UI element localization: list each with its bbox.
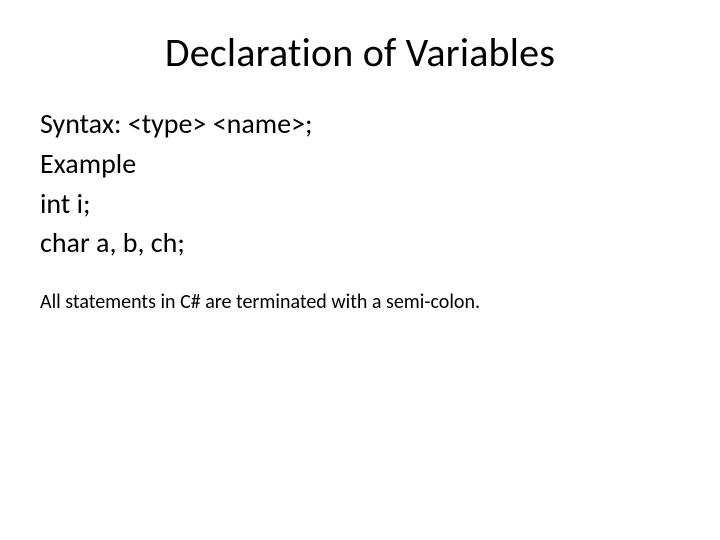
syntax-line: Syntax: <type> <name>; [40,105,680,143]
example-label: Example [40,145,680,183]
example-line-2: char a, b, ch; [40,224,680,262]
slide-title: Declaration of Variables [40,28,680,77]
example-line-1: int i; [40,185,680,223]
footer-note: All statements in C# are terminated with… [40,290,680,314]
slide-body: Syntax: <type> <name>; Example int i; ch… [40,105,680,262]
